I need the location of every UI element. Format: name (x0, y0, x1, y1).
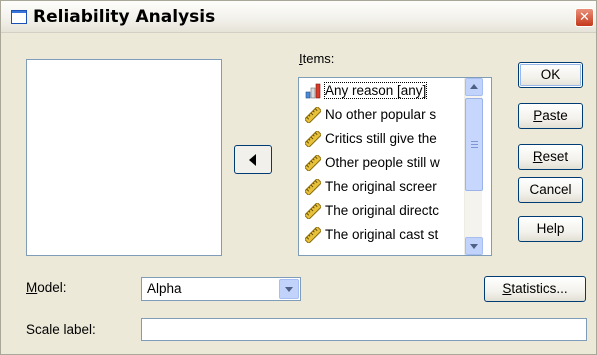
scroll-up-button[interactable] (465, 78, 483, 96)
ok-button[interactable]: OK (518, 62, 583, 88)
left-arrow-icon (249, 154, 256, 166)
model-select[interactable]: Alpha (141, 277, 301, 301)
scale-ruler-icon (303, 153, 323, 173)
scale-label-label: Scale label: (26, 322, 96, 337)
list-item[interactable]: Other people still w (303, 153, 461, 174)
title-bar[interactable]: Reliability Analysis ✕ (1, 1, 596, 33)
chevron-down-icon (285, 287, 293, 292)
grip-line (471, 141, 478, 142)
list-item[interactable]: Any reason [any] (303, 81, 461, 102)
scale-ruler-icon (303, 105, 323, 125)
list-item[interactable]: The original screer (303, 177, 461, 198)
move-variable-button[interactable] (234, 145, 272, 174)
items-list[interactable]: Any reason [any] No other popular s Critic… (298, 77, 492, 256)
list-item[interactable]: No other popular s (303, 105, 461, 126)
close-button[interactable]: ✕ (575, 8, 594, 27)
source-variable-list[interactable] (26, 59, 222, 256)
scale-ruler-icon (303, 201, 323, 221)
reliability-analysis-dialog: Reliability Analysis ✕ Items: Any reason… (0, 0, 597, 355)
list-item-label: No other popular s (325, 107, 437, 122)
nominal-bar-chart-icon (305, 83, 321, 99)
scale-ruler-icon (303, 225, 323, 245)
list-item-label: The original directc (325, 203, 440, 218)
paste-button[interactable]: Paste (518, 103, 583, 129)
list-item[interactable]: The original cast st (303, 225, 461, 246)
chevron-up-icon (470, 84, 478, 89)
model-label: Model: (26, 280, 67, 295)
reset-button[interactable]: Reset (518, 144, 583, 170)
window-title: Reliability Analysis (33, 7, 216, 27)
model-select-value: Alpha (147, 281, 182, 296)
scroll-thumb[interactable] (465, 98, 483, 191)
list-item-label: Any reason [any] (323, 82, 428, 99)
window-icon (11, 10, 27, 24)
scale-ruler-icon (303, 129, 323, 149)
items-label: Items: (299, 51, 335, 66)
list-item-label: Other people still w (325, 155, 440, 170)
list-item[interactable]: Critics still give the (303, 129, 461, 150)
scroll-down-button[interactable] (465, 237, 483, 255)
list-item-label: The original cast st (325, 227, 439, 242)
cancel-button[interactable]: Cancel (518, 177, 583, 203)
list-item-label: The original screer (325, 179, 437, 194)
items-scrollbar[interactable] (464, 78, 483, 255)
dropdown-button[interactable] (279, 279, 299, 299)
chevron-down-icon (470, 244, 478, 249)
statistics-button[interactable]: Statistics... (484, 276, 586, 302)
help-button[interactable]: Help (518, 216, 583, 242)
scale-label-input[interactable] (141, 318, 587, 341)
grip-line (471, 144, 478, 145)
scale-ruler-icon (303, 177, 323, 197)
grip-line (471, 147, 478, 148)
list-item-label: Critics still give the (325, 131, 437, 146)
list-item[interactable]: The original directc (303, 201, 461, 222)
